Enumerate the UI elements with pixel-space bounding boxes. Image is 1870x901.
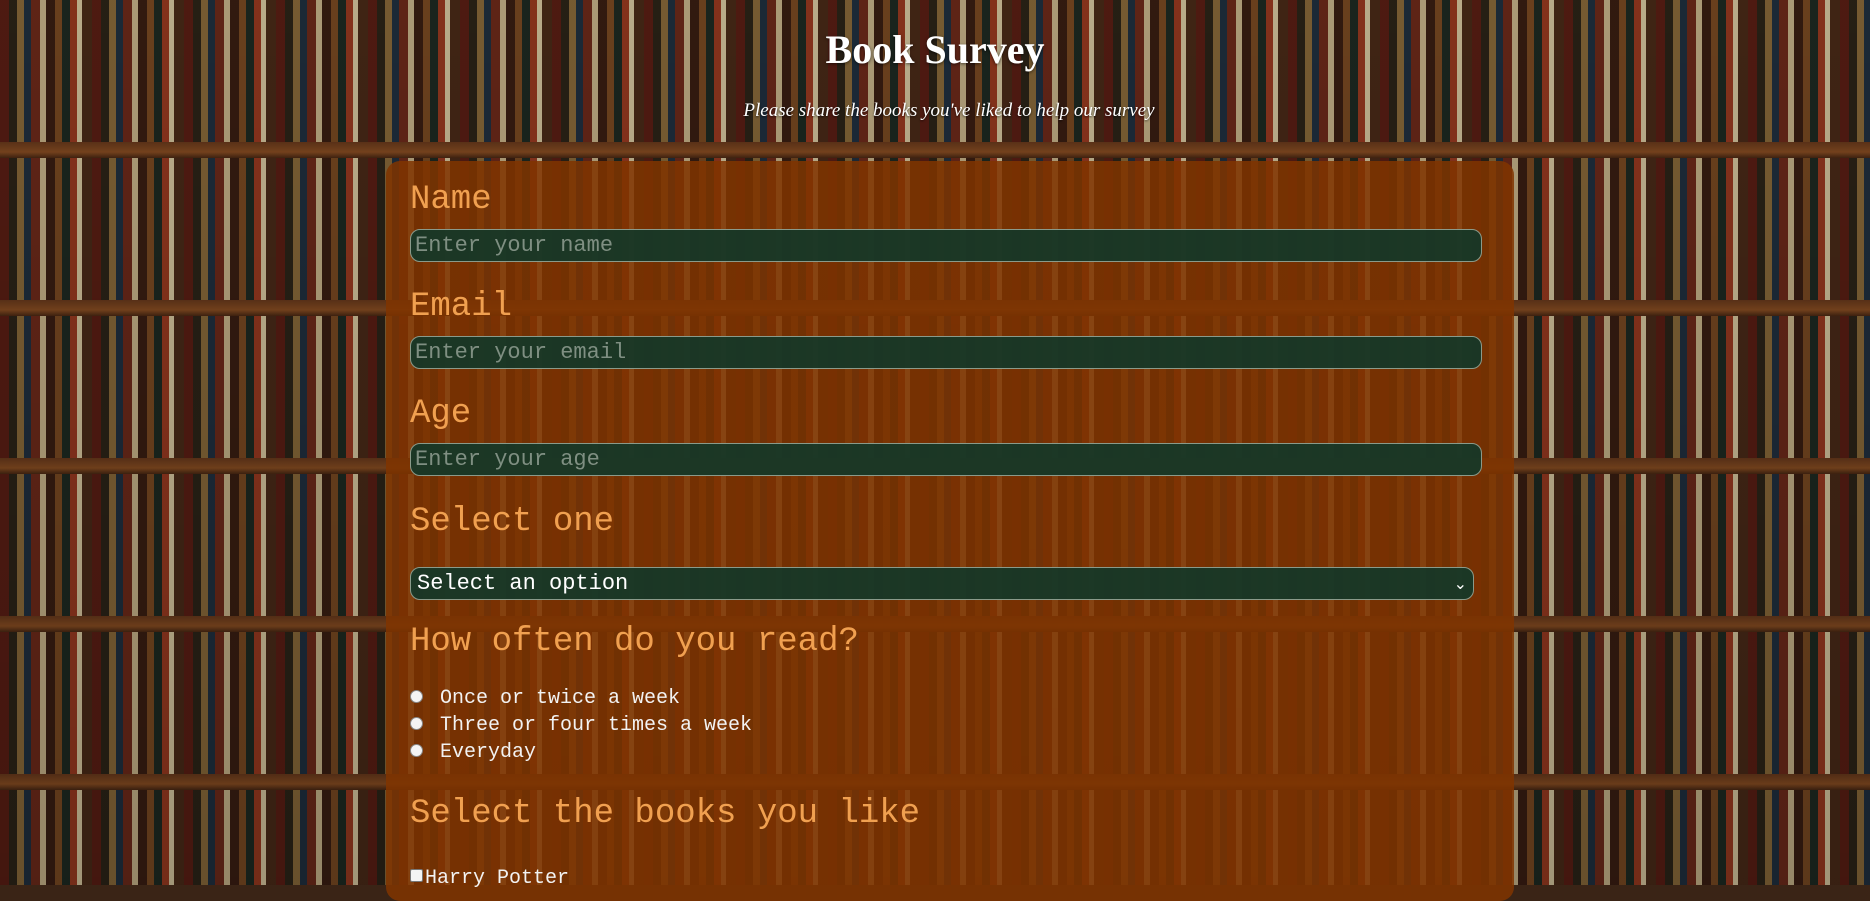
survey-form: Name Email Age Select one Select an opti… bbox=[386, 161, 1514, 901]
radio-option-label: Everyday bbox=[440, 741, 537, 764]
age-label: Age bbox=[410, 395, 472, 433]
radio-option[interactable]: Three or four times a week bbox=[410, 714, 752, 737]
books-label: Select the books you like bbox=[410, 795, 921, 833]
name-label: Name bbox=[410, 181, 492, 219]
radio-button[interactable] bbox=[410, 744, 423, 757]
page-title: Book Survey bbox=[825, 27, 1045, 72]
radio-option-label: Once or twice a week bbox=[440, 687, 681, 710]
chevron-down-icon: ⌄ bbox=[1453, 575, 1467, 594]
dropdown-selected-value: Select an option bbox=[417, 571, 629, 596]
age-input[interactable] bbox=[410, 443, 1482, 476]
checkbox[interactable] bbox=[410, 869, 423, 882]
checkbox-option-label: Harry Potter bbox=[425, 867, 570, 890]
radio-option-label: Three or four times a week bbox=[440, 714, 753, 737]
radio-option[interactable]: Everyday bbox=[410, 741, 536, 764]
radio-button[interactable] bbox=[410, 690, 423, 703]
radio-button[interactable] bbox=[410, 717, 423, 730]
dropdown-label: Select one bbox=[410, 503, 615, 541]
page-description: Please share the books you've liked to h… bbox=[743, 100, 1155, 121]
checkbox-option[interactable]: Harry Potter bbox=[410, 867, 569, 890]
frequency-label: How often do you read? bbox=[410, 623, 859, 661]
radio-option[interactable]: Once or twice a week bbox=[410, 687, 680, 710]
email-label: Email bbox=[410, 288, 513, 326]
option-dropdown[interactable]: Select an option ⌄ bbox=[410, 567, 1474, 600]
email-input[interactable] bbox=[410, 336, 1482, 369]
name-input[interactable] bbox=[410, 229, 1482, 262]
